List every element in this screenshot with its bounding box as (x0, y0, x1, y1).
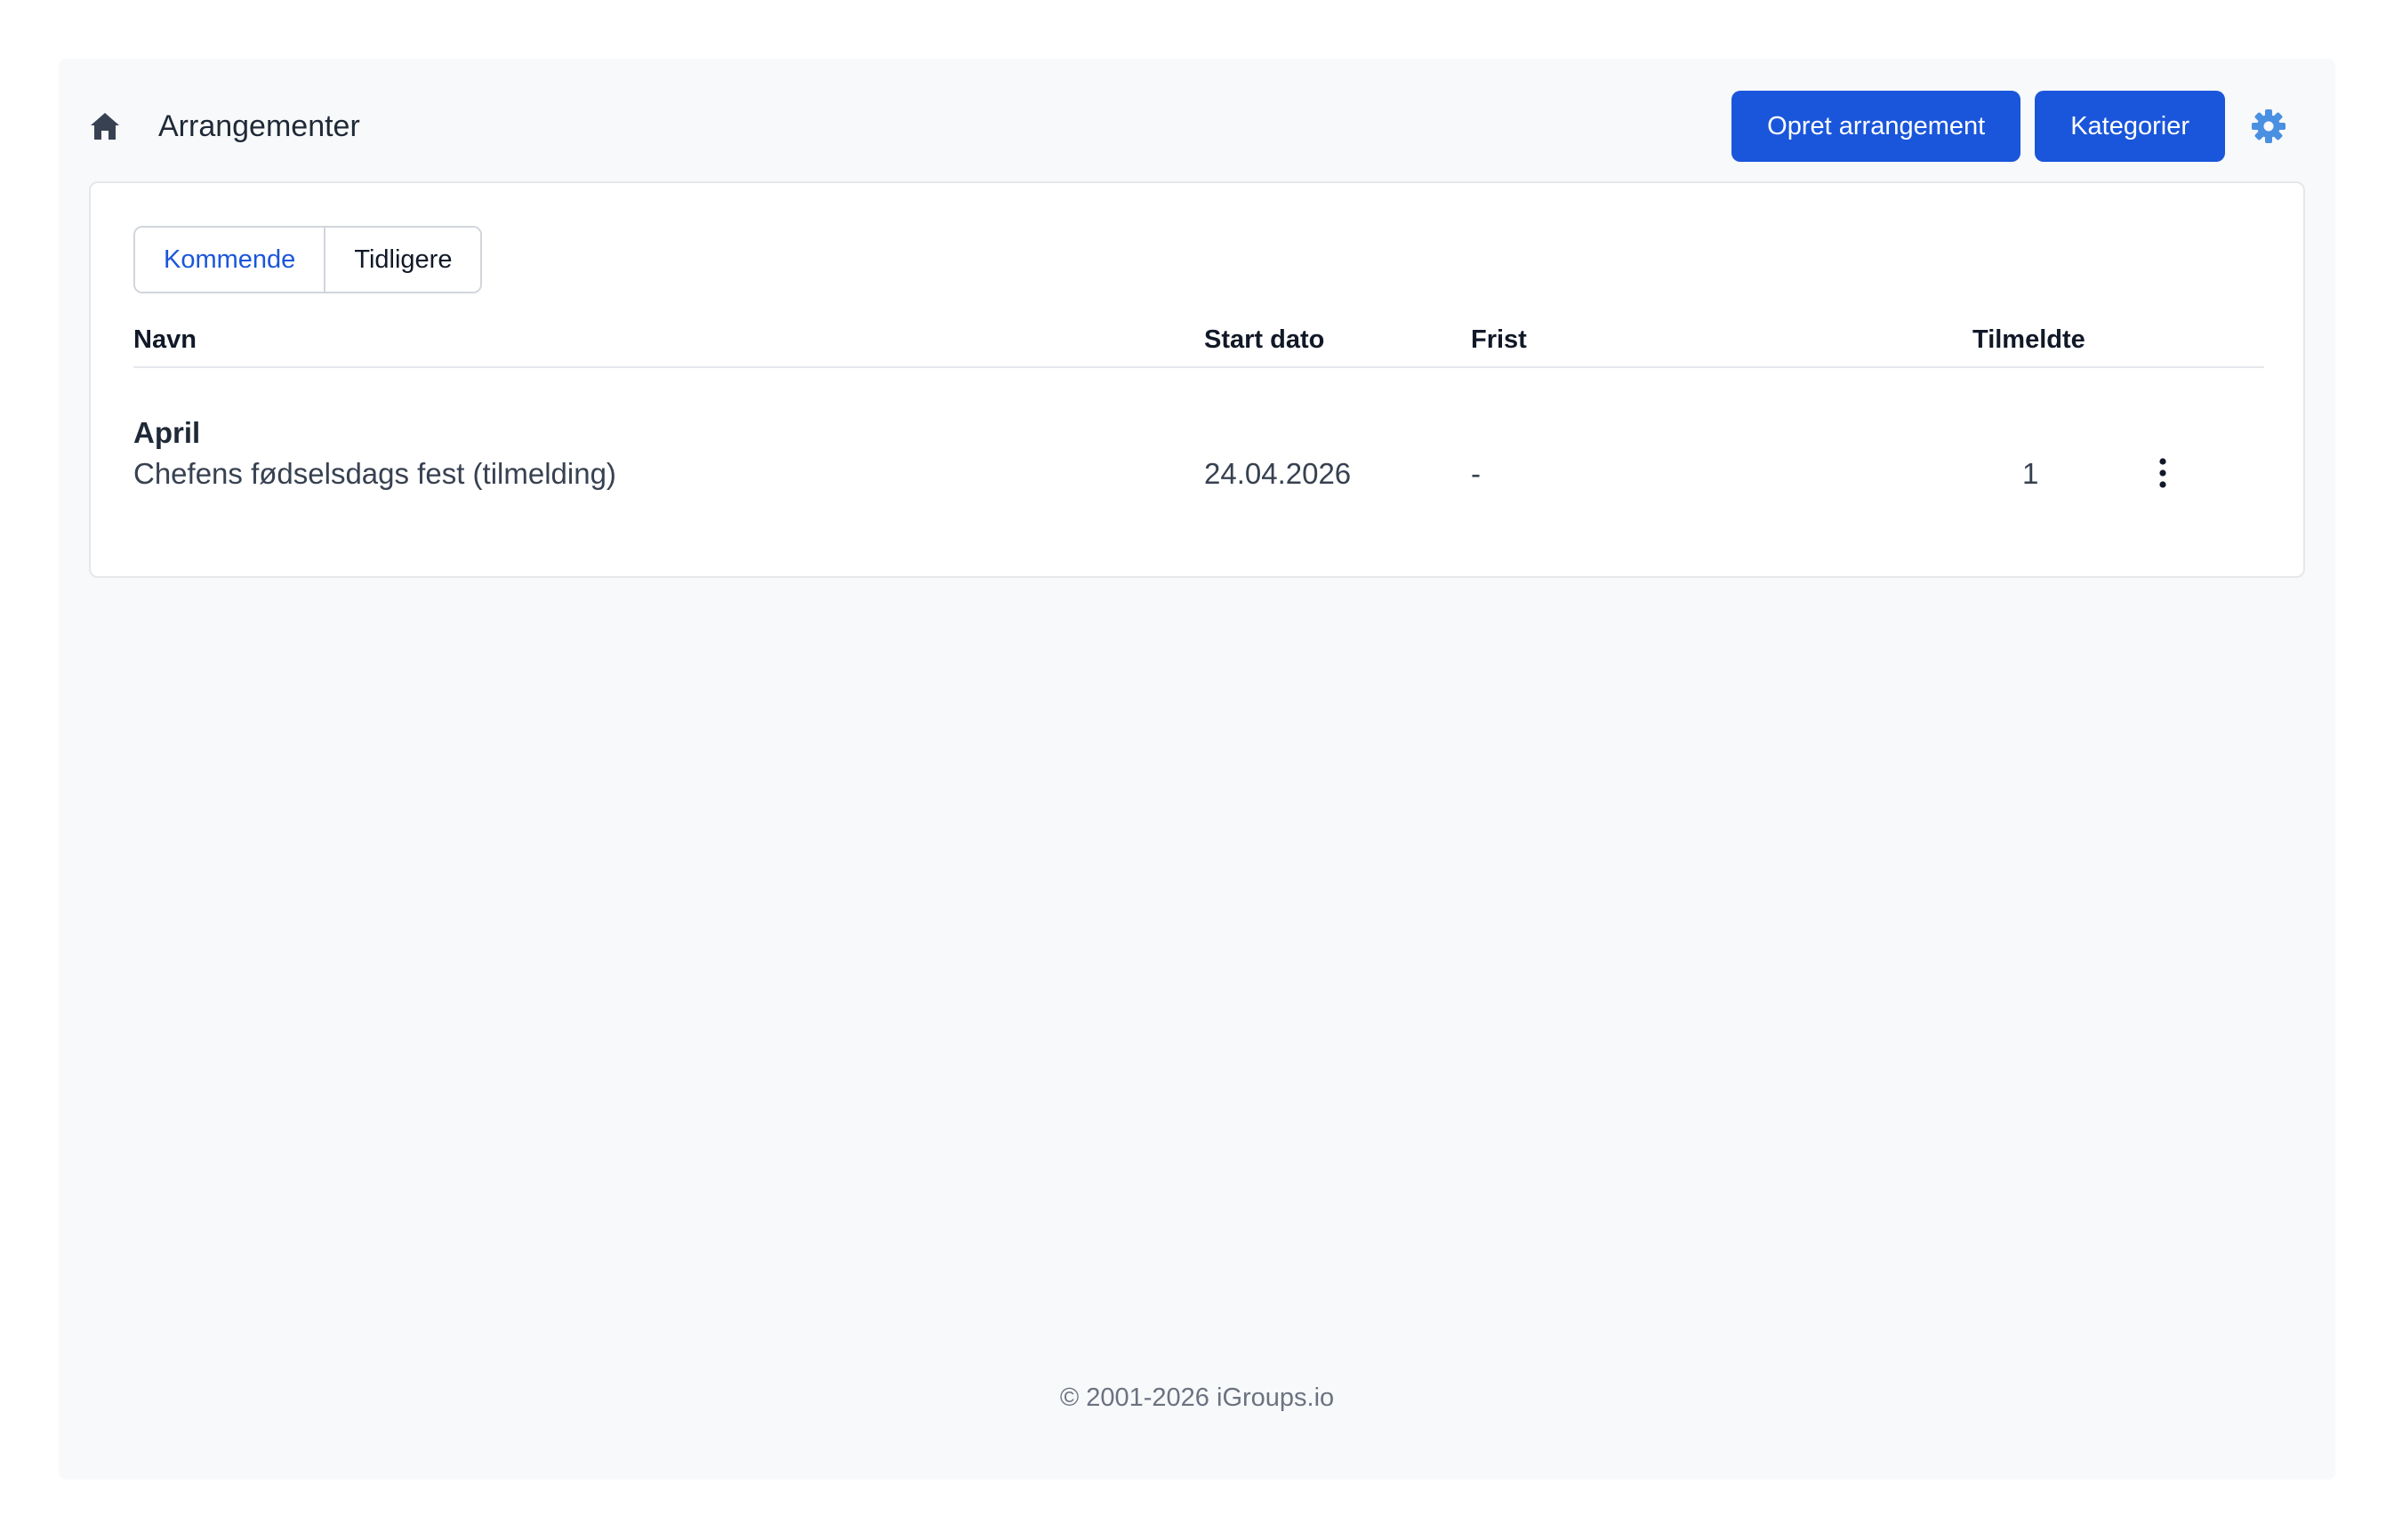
column-header-deadline[interactable]: Frist (1471, 325, 1527, 355)
create-event-button[interactable]: Opret arrangement (1731, 91, 2021, 162)
table-header: Navn Start dato Frist Tilmeldte (133, 317, 2264, 368)
page-title: Arrangementer (158, 108, 360, 143)
categories-button[interactable]: Kategorier (2035, 91, 2225, 162)
tab-previous[interactable]: Tidligere (324, 228, 481, 292)
column-header-start-date[interactable]: Start dato (1204, 325, 1324, 355)
footer-copyright: © 2001-2026 iGroups.io (1059, 1384, 1335, 1412)
gear-icon[interactable] (2250, 107, 2289, 146)
home-icon[interactable] (89, 110, 121, 142)
event-deadline: - (1471, 457, 1481, 490)
event-tabs: Kommende Tidligere (133, 226, 483, 293)
page-header: Arrangementer Opret arrangement Kategori… (89, 91, 2289, 162)
events-card: Kommende Tidligere Navn Start dato Frist… (89, 181, 2305, 578)
row-month-label: April (133, 416, 201, 449)
table-row[interactable]: April Chefens fødselsdags fest (tilmeldi… (133, 405, 2264, 512)
column-header-registered[interactable]: Tilmeldte (1972, 325, 2085, 355)
app-frame: Arrangementer Opret arrangement Kategori… (59, 59, 2335, 1480)
kebab-menu-icon[interactable] (2145, 450, 2181, 496)
event-name[interactable]: Chefens fødselsdags fest (tilmelding) (133, 457, 616, 491)
column-header-name[interactable]: Navn (133, 325, 197, 355)
tab-upcoming[interactable]: Kommende (135, 228, 325, 292)
header-actions: Opret arrangement Kategorier (1731, 91, 2289, 162)
event-registered-count: 1 (2022, 457, 2039, 490)
event-start-date: 24.04.2026 (1204, 457, 1352, 490)
